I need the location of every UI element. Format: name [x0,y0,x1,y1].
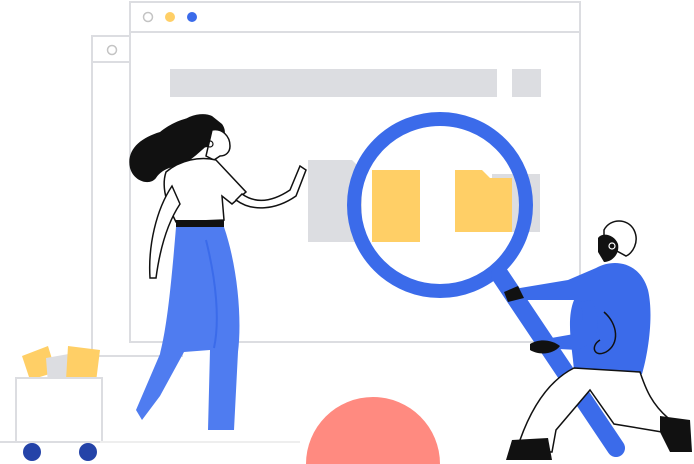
address-bar-button-placeholder [512,69,541,97]
window-dot-maximize [187,12,197,22]
belt [176,220,224,227]
document-cart [0,346,116,461]
shoe-back [660,416,692,452]
ground-semicircle [306,397,440,464]
shoe-front [506,438,552,460]
cart-wheel [23,443,41,461]
cart-wheel [79,443,97,461]
file-search-illustration [0,1,692,464]
address-bar-placeholder [170,69,497,97]
window-dot-minimize [165,12,175,22]
